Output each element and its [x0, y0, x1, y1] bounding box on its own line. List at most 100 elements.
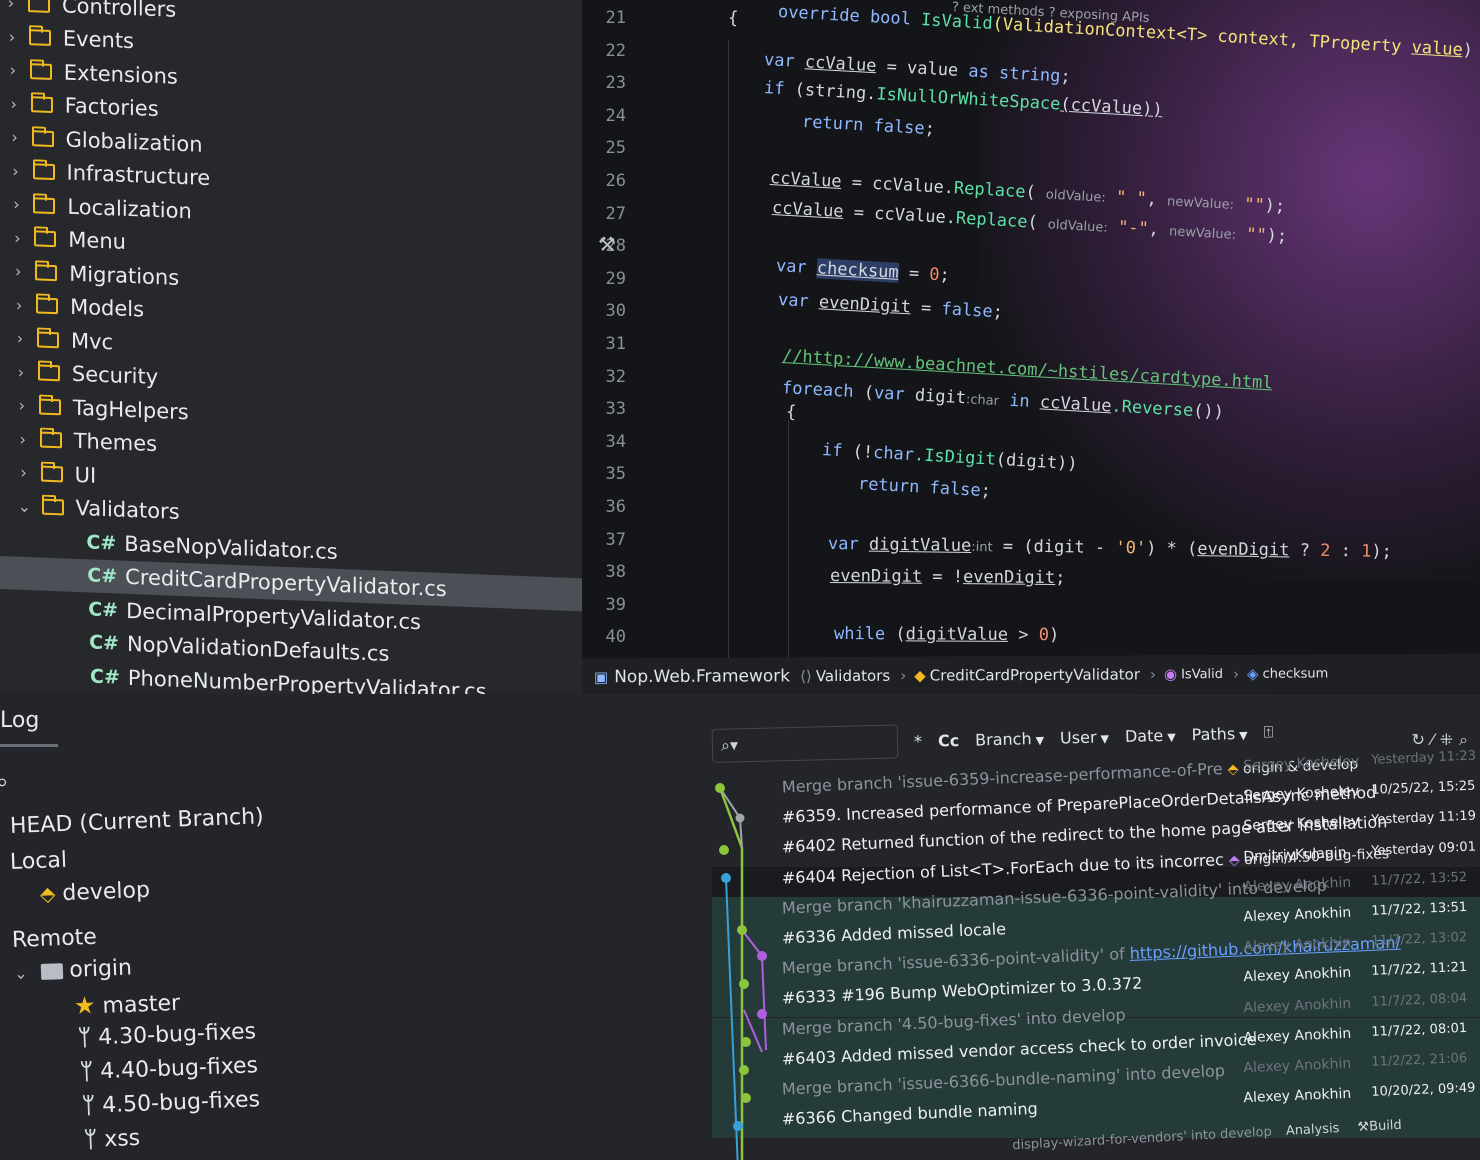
- chevron-right-icon[interactable]: ›: [12, 295, 26, 315]
- chevron-right-icon[interactable]: ›: [5, 27, 19, 47]
- code-line-33[interactable]: {: [785, 402, 796, 423]
- csharp-file-icon: C#: [89, 631, 119, 655]
- chevron-right-icon[interactable]: ›: [10, 228, 24, 248]
- tag-icon: ⬘: [1228, 851, 1241, 869]
- breadcrumb: ▣ Nop.Web.Framework ⟨⟩ Validators › ◆ Credit…: [581, 653, 1480, 697]
- branch-group-local[interactable]: Local: [10, 848, 68, 875]
- regex-toggle[interactable]: *: [914, 731, 922, 750]
- remote-branch-master[interactable]: ★ master: [73, 988, 180, 1020]
- code-line-40[interactable]: while (digitValue > 0): [834, 624, 1059, 645]
- remote-branch-430[interactable]: ᛘ 4.30-bug-fixes: [78, 1019, 257, 1051]
- chevron-right-icon[interactable]: ›: [17, 463, 31, 483]
- tree-folder-label: Localization: [67, 194, 192, 224]
- graph-line-blue: [725, 877, 739, 1160]
- folder-icon: [28, 29, 51, 47]
- filter-branch[interactable]: Branch ▼: [975, 728, 1044, 749]
- tree-file-label: BaseNopValidator.cs: [124, 531, 338, 564]
- chevron-right-icon[interactable]: ›: [4, 0, 18, 13]
- branches-pane: ⌕ HEAD (Current Branch) Local ⬘ develop …: [0, 754, 700, 1160]
- chevron-right-icon[interactable]: ›: [8, 128, 22, 148]
- filter-paths[interactable]: Paths ▼: [1191, 723, 1248, 744]
- remote-branch-450[interactable]: ᛘ 4.50-bug-fixes: [82, 1087, 261, 1119]
- commit-author: Alexey Anokhin: [1243, 1055, 1352, 1077]
- commit-date: 11/2/22, 21:06: [1371, 1050, 1468, 1070]
- chevron-right-icon[interactable]: ›: [9, 195, 23, 215]
- branch-group-remote[interactable]: Remote: [12, 925, 98, 953]
- hammer-icon[interactable]: ⚒: [598, 232, 616, 256]
- chevron-right-icon[interactable]: ›: [13, 329, 27, 349]
- class-icon: ◆: [914, 666, 926, 685]
- remote-origin[interactable]: ⌄ origin: [14, 955, 133, 985]
- code-line-28[interactable]: var checksum = 0;: [775, 256, 950, 286]
- csharp-file-icon: C#: [87, 564, 118, 588]
- chevron-right-icon[interactable]: ›: [6, 60, 20, 80]
- tab-log[interactable]: Log: [0, 708, 39, 733]
- graph-node: [741, 1093, 751, 1103]
- tree-folder-label: Models: [70, 294, 145, 322]
- branch-icon: ᛘ: [79, 1059, 94, 1085]
- breadcrumb-variable[interactable]: checksum: [1263, 666, 1329, 681]
- code-line-37[interactable]: var digitValue:int = (digit - '0') * (ev…: [828, 534, 1392, 562]
- variable-icon: ◈: [1246, 664, 1259, 683]
- filter-date[interactable]: Date ▼: [1125, 725, 1176, 745]
- tag-icon: ⬘: [1227, 761, 1239, 778]
- folder-icon: [41, 498, 64, 516]
- filter-user[interactable]: User ▼: [1060, 727, 1109, 747]
- commit-author: Alexey Anokhin: [1243, 995, 1352, 1016]
- chevron-right-icon[interactable]: ›: [16, 429, 30, 449]
- breadcrumb-method[interactable]: IsValid: [1181, 666, 1223, 681]
- graph-node: [735, 813, 745, 823]
- breadcrumb-namespace[interactable]: Validators: [816, 667, 890, 685]
- code-line-38[interactable]: evenDigit = !evenDigit;: [830, 566, 1066, 588]
- chevron-right-icon[interactable]: ›: [14, 362, 28, 382]
- graph-node: [721, 873, 731, 883]
- code-line-29[interactable]: var evenDigit = false;: [777, 290, 1003, 323]
- commit-search-input[interactable]: ⌕▾: [711, 724, 899, 763]
- git-log-panel: Log ⌕ HEAD (Current Branch) Local ⬘ deve…: [0, 694, 1480, 1160]
- tree-folder-label: UI: [74, 462, 97, 488]
- graph-node: [719, 845, 729, 855]
- ide-screen: › Controllers › Events › Extensions › Factories…: [0, 0, 1480, 1160]
- tree-folder-label: Security: [71, 362, 159, 390]
- tree-folder-label: Events: [62, 26, 134, 54]
- commit-graph: [715, 783, 767, 1160]
- graph-node: [741, 1037, 751, 1047]
- breadcrumb-project[interactable]: Nop.Web.Framework: [614, 666, 790, 687]
- folder-icon: [32, 163, 55, 181]
- breadcrumb-class[interactable]: CreditCardPropertyValidator: [930, 665, 1140, 684]
- tree-folder-label: Mvc: [71, 328, 114, 355]
- remote-branch-xss[interactable]: ᛘ xss: [84, 1126, 141, 1153]
- chevron-down-icon: ▼: [1100, 731, 1110, 746]
- branch-head[interactable]: HEAD (Current Branch): [10, 804, 265, 839]
- chevron-right-icon[interactable]: ›: [11, 262, 25, 282]
- tree-file-label: NopValidationDefaults.cs: [126, 632, 390, 667]
- code-line-35[interactable]: return false;: [857, 474, 991, 501]
- commit-date: 11/7/22, 08:04: [1371, 990, 1468, 1010]
- folder-icon: [37, 331, 59, 349]
- remote-branch-440[interactable]: ᛘ 4.40-bug-fixes: [80, 1053, 259, 1085]
- graph-node: [739, 979, 749, 989]
- local-branch-develop[interactable]: ⬘ develop: [40, 878, 151, 907]
- branch-search-icon[interactable]: ⌕: [0, 770, 9, 795]
- commit-date: 11/7/22, 08:01: [1371, 1020, 1468, 1040]
- code-area[interactable]: ? ext methods ? exposing APIs override b…: [582, 0, 1480, 660]
- chevron-right-icon[interactable]: ›: [7, 94, 21, 114]
- chevron-right-icon[interactable]: ›: [15, 396, 29, 416]
- chevron-down-icon[interactable]: ⌄: [18, 496, 32, 516]
- cherry-pick-icon[interactable]: ⍐: [1263, 722, 1273, 742]
- chevron-down-icon: ▼: [1239, 728, 1248, 742]
- chevron-down-icon: ▼: [1035, 733, 1045, 747]
- commit-author: Alexey Anokhin: [1243, 874, 1352, 896]
- folder-icon: [29, 62, 52, 80]
- commit-message: #6366 Changed bundle naming: [781, 1099, 1039, 1129]
- code-line-21[interactable]: {: [727, 8, 738, 29]
- tree-folder-label: Factories: [64, 93, 159, 122]
- match-case-toggle[interactable]: Cc: [938, 730, 960, 750]
- graph-node: [737, 925, 747, 935]
- code-line-24[interactable]: return false;: [801, 112, 935, 139]
- chevron-right-icon[interactable]: ›: [9, 161, 23, 181]
- graph-node: [739, 1065, 749, 1075]
- graph-node: [733, 1121, 743, 1131]
- code-line-34[interactable]: if (!char.IsDigit(digit)): [821, 440, 1078, 474]
- code-editor[interactable]: 21 22 23 24 25 26 27 28 29 30 31 32 33 34 35 36 37 38 39 40…: [582, 0, 1480, 660]
